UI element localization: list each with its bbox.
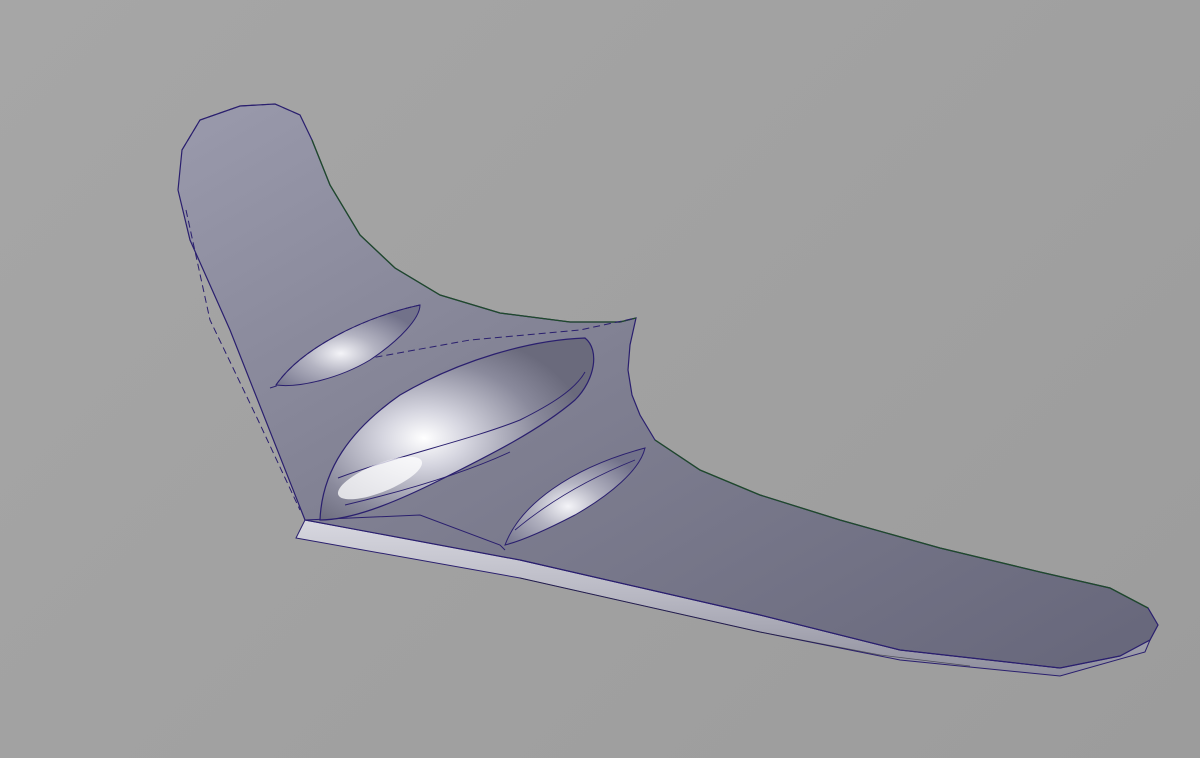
cad-viewport[interactable]: [0, 0, 1200, 758]
wing-upper-surface: [177, 103, 1159, 669]
wing-model-render: [177, 103, 1159, 677]
